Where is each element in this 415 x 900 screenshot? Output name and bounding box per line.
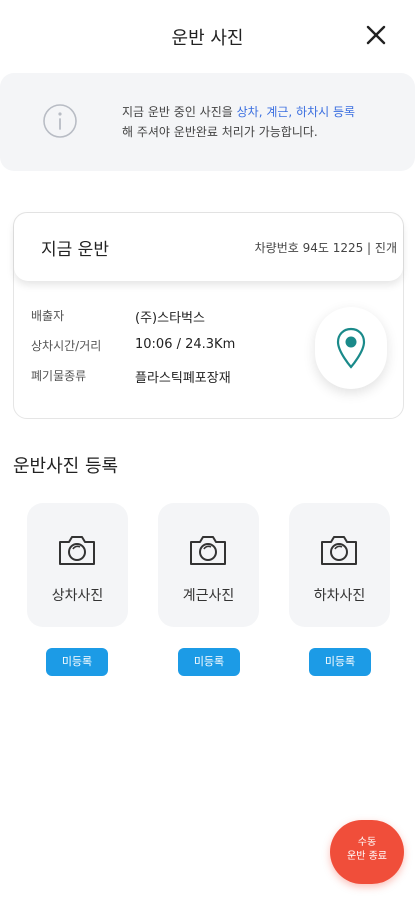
camera-icon bbox=[190, 536, 226, 565]
detail-label: 폐기물종류 bbox=[31, 369, 87, 383]
photo-tile-label: 하차사진 bbox=[313, 588, 366, 604]
fab-label-line1: 수동 bbox=[357, 837, 377, 848]
camera-icon bbox=[59, 536, 95, 565]
photo-tile-label: 상차사진 bbox=[51, 588, 104, 604]
detail-label: 배출자 bbox=[31, 309, 65, 323]
weighing-photo-status-badge: 미등록 bbox=[178, 648, 240, 676]
weighing-photo-tile[interactable]: 계근사진 bbox=[158, 503, 259, 627]
detail-label: 상차시간/거리 bbox=[31, 339, 102, 353]
close-button[interactable] bbox=[363, 22, 389, 48]
unloading-photo-status-badge: 미등록 bbox=[309, 648, 371, 676]
location-pin-icon bbox=[336, 327, 366, 369]
manual-transport-end-button[interactable]: 수동 운반 종료 bbox=[330, 820, 404, 884]
photo-tile-label: 계근사진 bbox=[182, 588, 235, 604]
transport-card-title: 지금 운반 bbox=[41, 240, 109, 260]
loading-photo-status-badge: 미등록 bbox=[46, 648, 108, 676]
close-icon bbox=[366, 25, 386, 45]
camera-icon bbox=[321, 536, 357, 565]
transport-photo-screen: 운반 사진 지금 운반 중인 사진을 상차, 계근, 하차시 등록해 주셔야 운… bbox=[0, 0, 415, 900]
notice-text-highlight: 상차, 계근, 하차시 등록 bbox=[236, 105, 356, 119]
info-icon bbox=[43, 104, 77, 138]
transport-card-header: 지금 운반 차량번호 94도 1225 | 진개 bbox=[14, 213, 403, 281]
fab-label-line2: 운반 종료 bbox=[347, 851, 387, 862]
notice-text-suffix: 해 주셔야 운반완료 처리가 가능합니다. bbox=[122, 125, 318, 139]
detail-value: 플라스틱폐포장재 bbox=[135, 371, 231, 386]
location-button[interactable] bbox=[315, 307, 387, 389]
loading-photo-tile[interactable]: 상차사진 bbox=[27, 503, 128, 627]
page-title: 운반 사진 bbox=[171, 28, 244, 49]
header: 운반 사진 bbox=[0, 0, 415, 72]
vehicle-info: 차량번호 94도 1225 | 진개 bbox=[254, 241, 397, 255]
detail-value: 10:06 / 24.3Km bbox=[135, 337, 236, 352]
photo-section-title: 운반사진 등록 bbox=[13, 456, 119, 477]
detail-value: (주)스타벅스 bbox=[135, 311, 205, 326]
notice-banner: 지금 운반 중인 사진을 상차, 계근, 하차시 등록해 주셔야 운반완료 처리… bbox=[0, 73, 415, 171]
notice-text-prefix: 지금 운반 중인 사진을 bbox=[122, 105, 237, 119]
unloading-photo-tile[interactable]: 하차사진 bbox=[289, 503, 390, 627]
transport-card: 지금 운반 차량번호 94도 1225 | 진개 배출자 (주)스타벅스 상차시… bbox=[13, 212, 404, 419]
notice-text: 지금 운반 중인 사진을 상차, 계근, 하차시 등록해 주셔야 운반완료 처리… bbox=[122, 102, 407, 142]
